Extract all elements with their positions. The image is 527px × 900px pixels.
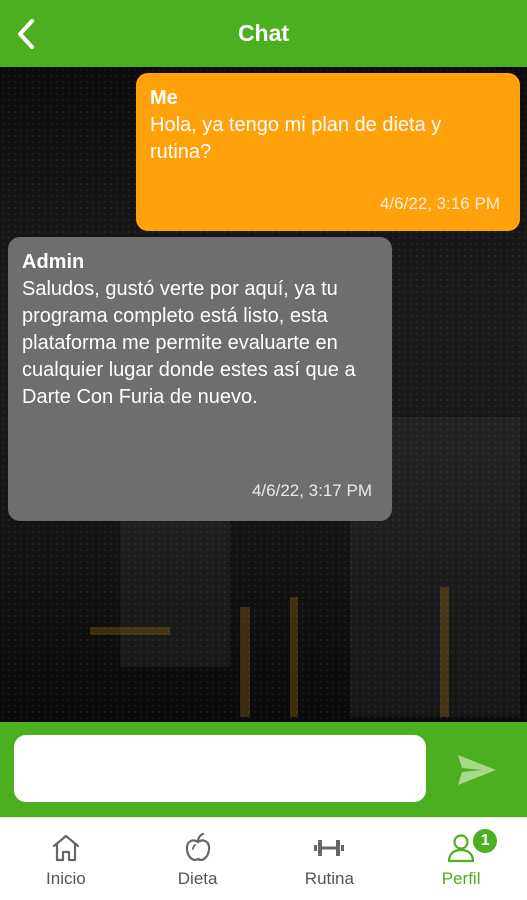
notification-badge: 1 [471, 827, 500, 855]
tab-perfil[interactable]: Perfil 1 [395, 818, 527, 900]
tab-rutina[interactable]: Rutina [264, 818, 396, 900]
apple-icon [185, 832, 210, 861]
tab-label: Rutina [304, 869, 354, 888]
message-bubble-me: Me Hola, ya tengo mi plan de dieta y rut… [136, 73, 520, 231]
message-sender: Admin [22, 251, 85, 273]
tab-dieta[interactable]: Dieta [132, 818, 264, 900]
send-button[interactable] [452, 750, 502, 790]
message-composer [0, 722, 527, 817]
send-icon [458, 755, 496, 785]
tab-label: Dieta [177, 869, 218, 888]
dumbbell-icon [314, 840, 345, 856]
tab-label: Perfil [441, 869, 481, 888]
bottom-navigation: Inicio Dieta Rutina Perfil 1 [0, 817, 527, 900]
tab-inicio[interactable]: Inicio [0, 818, 132, 900]
message-text: Saludos, gustó verte por aquí, ya tu pro… [22, 278, 356, 408]
page-title: Chat [237, 20, 290, 46]
tab-label: Inicio [46, 869, 86, 888]
background-shape [290, 597, 298, 717]
message-bubble-admin: Admin Saludos, gustó verte por aquí, ya … [8, 237, 392, 521]
background-shape [440, 587, 449, 717]
home-icon [52, 834, 79, 862]
message-timestamp: 4/6/22, 3:17 PM [251, 481, 372, 500]
message-timestamp: 4/6/22, 3:16 PM [379, 194, 500, 213]
chat-messages[interactable]: Me Hola, ya tengo mi plan de dieta y rut… [0, 67, 527, 722]
background-shape [90, 627, 170, 635]
message-input[interactable] [14, 735, 426, 802]
message-sender: Me [150, 87, 178, 109]
background-shape [240, 607, 250, 717]
message-text: Hola, ya tengo mi plan de dieta y rutina… [150, 114, 442, 163]
app-header: Chat [0, 0, 527, 67]
